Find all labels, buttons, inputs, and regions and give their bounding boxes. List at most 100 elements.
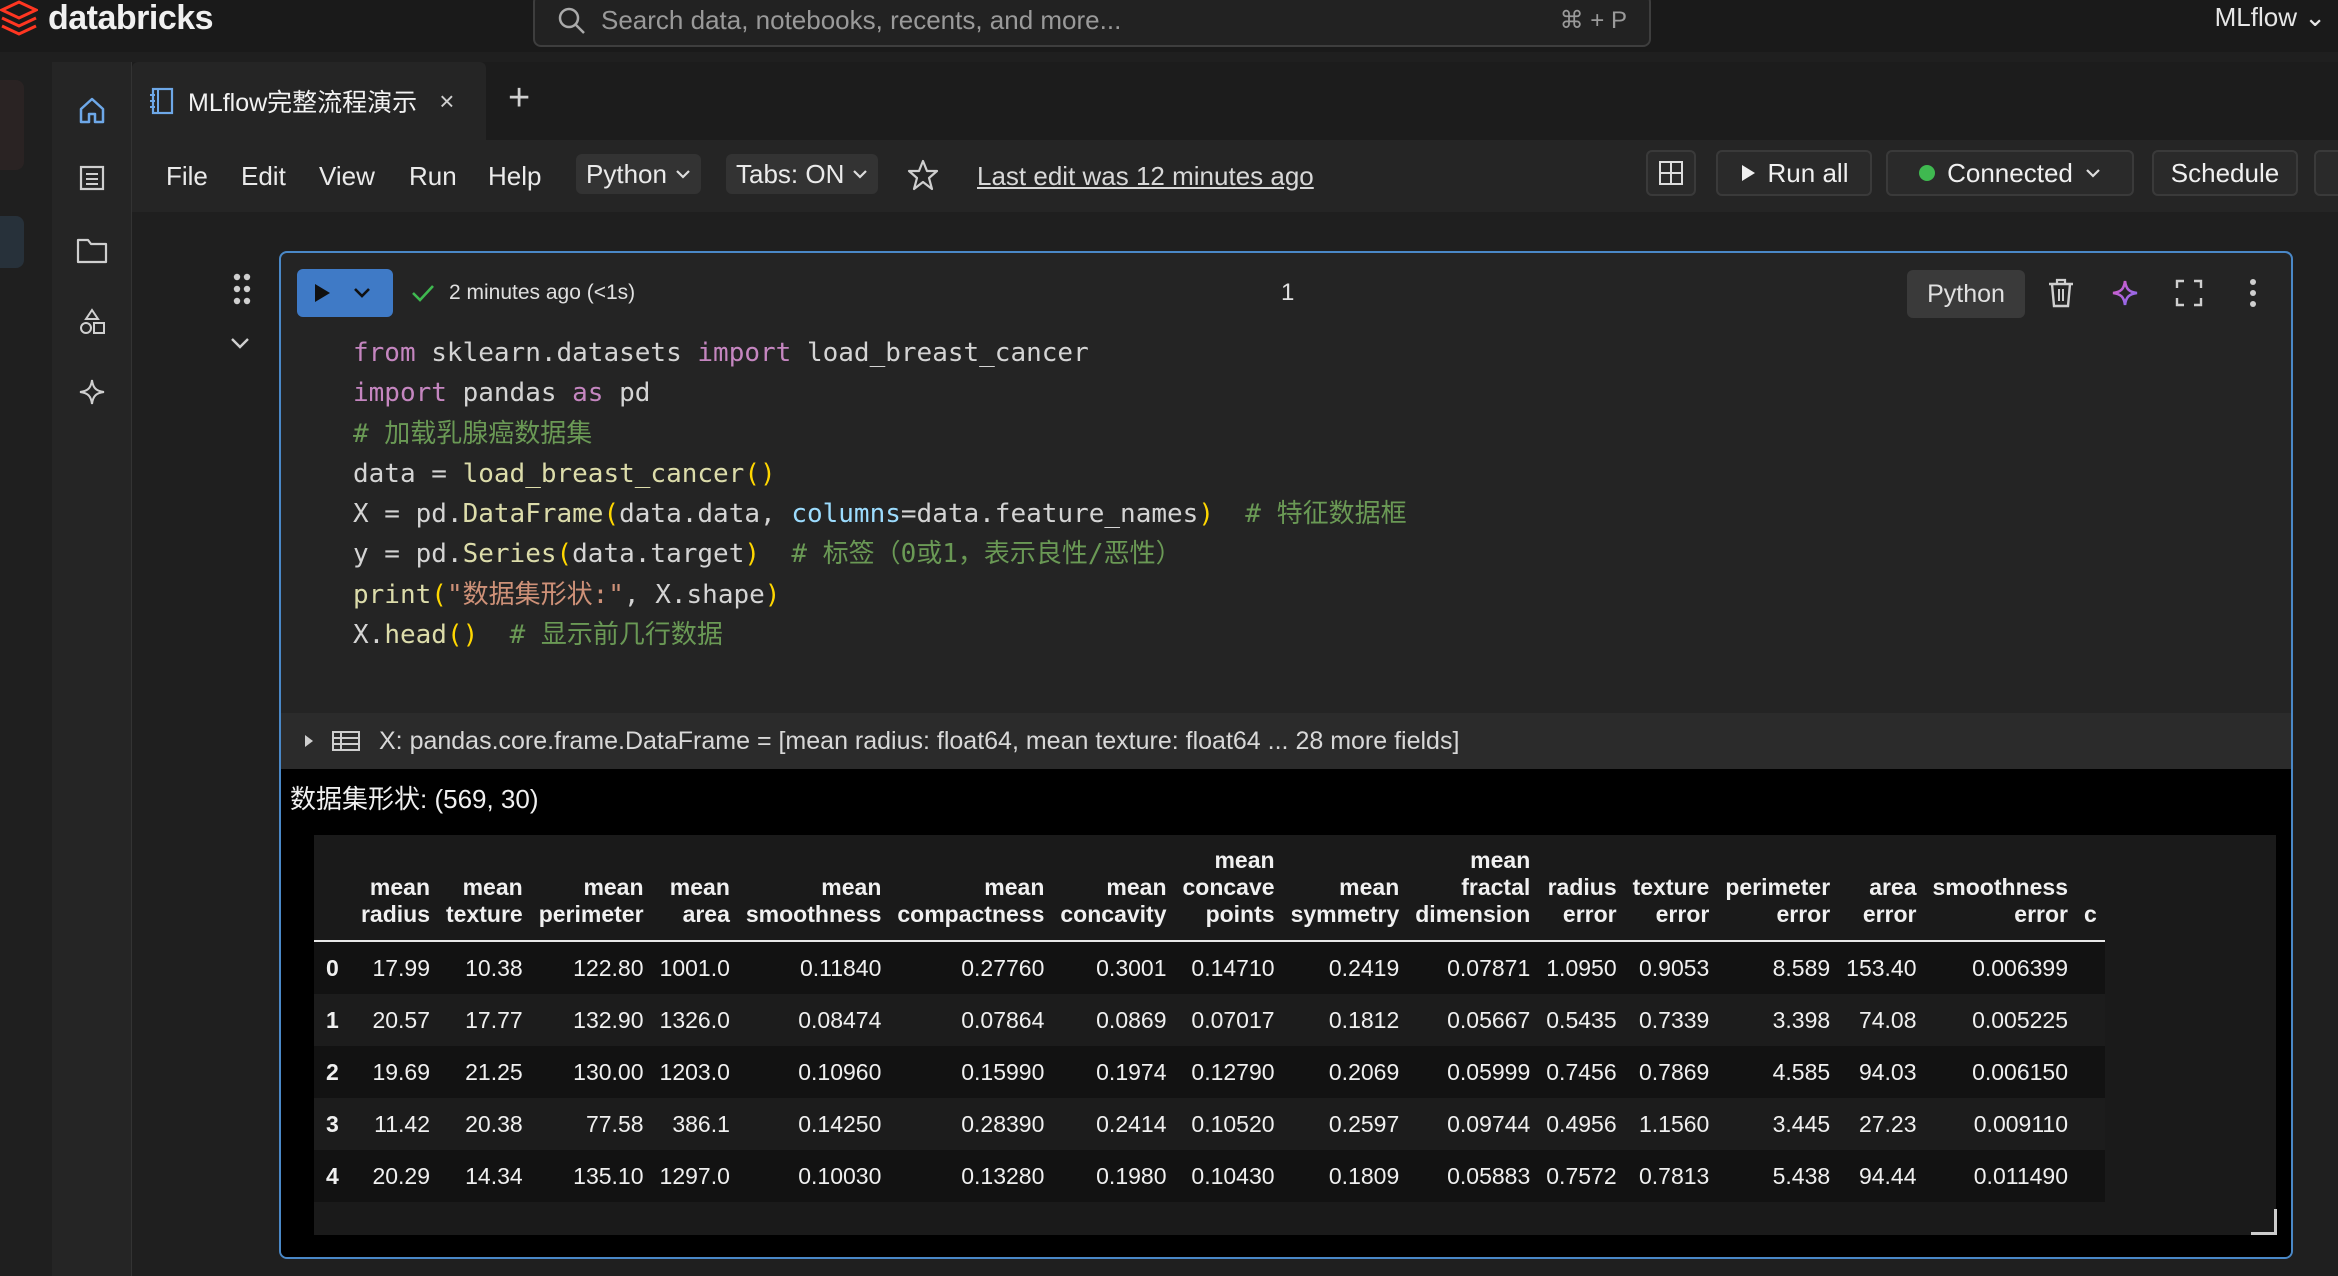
compute-selector[interactable]: Connected: [1886, 150, 2134, 196]
catalog-button[interactable]: [52, 294, 132, 350]
table-header-row: mean radius mean texture mean perimeter mean ar…: [314, 835, 2105, 941]
row-index: 0: [326, 955, 339, 981]
column-header: c: [2076, 835, 2105, 941]
cell-more-button[interactable]: [2233, 273, 2273, 313]
column-header-text: area: [682, 901, 730, 927]
code-cell[interactable]: 2 minutes ago (<1s) 1 Python from sklear…: [279, 251, 2293, 1259]
assistant-button[interactable]: [2105, 273, 2145, 313]
table-cell: 0.14710: [1191, 955, 1275, 981]
column-header-text: mean: [369, 874, 430, 900]
column-header: mean smoothness: [738, 835, 889, 941]
notebook-left-rail: [52, 62, 132, 1276]
last-edit-link[interactable]: Last edit was 12 minutes ago: [977, 140, 1314, 212]
column-header-text: texture: [1632, 874, 1710, 900]
chevron-right-icon: [305, 735, 313, 747]
code-line: # 加载乳腺癌数据集: [353, 418, 593, 449]
dataframe-table[interactable]: mean radius mean texture mean perimeter mean ar…: [314, 835, 2276, 1235]
table-row: 1 20.57 17.77 132.90 1326.0 0.08474 0.07864 0.0…: [314, 994, 2105, 1046]
table-cell: 0.07871: [1447, 955, 1531, 981]
code-line: import pandas as pd: [353, 378, 651, 409]
delete-cell-button[interactable]: [2041, 273, 2081, 313]
table-cell: 20.57: [372, 1007, 430, 1033]
share-button[interactable]: [2314, 150, 2338, 196]
assistant-button[interactable]: [52, 364, 132, 420]
column-header-text: mean: [669, 874, 730, 900]
new-tab-button[interactable]: +: [508, 78, 530, 118]
column-header-text: error: [1776, 901, 1831, 927]
table-cell: 0.07864: [961, 1007, 1045, 1033]
table-cell: 0.2597: [1328, 1111, 1400, 1137]
global-sidebar: [0, 52, 50, 1276]
play-icon: [315, 284, 330, 302]
table-cell: 0.12790: [1191, 1059, 1275, 1085]
table-cell: 0.28390: [961, 1111, 1045, 1137]
table-cell: 0.10430: [1191, 1163, 1275, 1189]
drag-handle-icon[interactable]: [232, 272, 252, 311]
column-header-text: mean: [462, 874, 523, 900]
cell-number: 1: [1281, 279, 1295, 306]
menu-file[interactable]: File: [166, 140, 208, 212]
menu-help[interactable]: Help: [488, 140, 541, 212]
table-cell: 0.4956: [1546, 1111, 1617, 1137]
table-row: 2 19.69 21.25 130.00 1203.0 0.10960 0.15990 0.1…: [314, 1046, 2105, 1098]
search-icon: [558, 7, 585, 34]
code-line: from sklearn.datasets import load_breast…: [353, 338, 1089, 368]
shapes-icon: [80, 308, 105, 334]
table-cell: 0.006150: [1972, 1059, 2068, 1085]
cell-output: 数据集形状: (569, 30) mean radius mean texture me…: [281, 769, 2291, 1257]
table-cell: 0.1812: [1328, 1007, 1400, 1033]
code-line: X.head() # 显示前几行数据: [353, 620, 723, 651]
workspace-switcher[interactable]: MLflow ⌄: [2215, 2, 2326, 33]
table-cell: 0.0869: [1096, 1007, 1167, 1033]
tabs-setting-toggle[interactable]: Tabs: ON: [726, 154, 879, 194]
table-cell: 3.398: [1772, 1007, 1831, 1033]
collapse-cell-button[interactable]: [229, 336, 251, 355]
menu-run[interactable]: Run: [409, 140, 457, 212]
menu-edit[interactable]: Edit: [241, 140, 286, 212]
schedule-button[interactable]: Schedule: [2152, 150, 2298, 196]
global-search-input[interactable]: Search data, notebooks, recents, and mor…: [533, 0, 1651, 47]
table-body: 0 17.99 10.38 122.80 1001.0 0.11840 0.27760 0.3…: [314, 941, 2105, 1202]
top-bar: databricks Search data, notebooks, recen…: [0, 0, 2338, 52]
column-header-text: fractal: [1461, 874, 1531, 900]
databricks-logo[interactable]: databricks: [0, 0, 214, 37]
cell-language-badge[interactable]: Python: [1907, 270, 2025, 318]
code-editor[interactable]: from sklearn.datasets import load_breast…: [353, 333, 1407, 655]
resize-handle-icon[interactable]: [2251, 1209, 2277, 1235]
favorite-button[interactable]: [906, 158, 940, 197]
table-cell: 0.10960: [798, 1059, 882, 1085]
table-cell: 1203.0: [659, 1059, 730, 1085]
notebook-tab[interactable]: MLflow完整流程演示 ×: [132, 62, 486, 140]
row-index: 1: [326, 1007, 339, 1033]
table-cell: 1297.0: [659, 1163, 730, 1189]
home-button[interactable]: [52, 82, 132, 138]
chevron-down-icon: [354, 288, 370, 298]
table-of-contents-button[interactable]: [52, 150, 132, 206]
table-cell: 0.14250: [798, 1111, 882, 1137]
assistant-sparkle-icon: [2112, 280, 2138, 306]
layout-button[interactable]: [1646, 150, 1696, 196]
table-cell: 0.05883: [1447, 1163, 1531, 1189]
variable-summary-bar[interactable]: X: pandas.core.frame.DataFrame = [mean r…: [281, 713, 2291, 769]
more-vertical-icon: [2250, 279, 2256, 307]
table-cell: 130.00: [573, 1059, 644, 1085]
menu-view[interactable]: View: [319, 140, 375, 212]
sidebar-item-active[interactable]: [0, 216, 24, 268]
language-selector[interactable]: Python: [576, 154, 701, 194]
fullscreen-button[interactable]: [2169, 273, 2209, 313]
close-icon[interactable]: ×: [439, 86, 454, 117]
plus-icon: +: [508, 77, 531, 119]
table-cell: 0.08474: [798, 1007, 882, 1033]
table-cell: 0.7813: [1638, 1163, 1710, 1189]
databricks-logo-icon: [0, 0, 38, 36]
notebook-icon: [150, 87, 174, 115]
code-line: data = load_breast_cancer(): [353, 458, 776, 489]
table-cell: 132.90: [573, 1007, 644, 1033]
table-cell: 0.9053: [1638, 955, 1710, 981]
column-header: texture error: [1625, 835, 1718, 941]
sidebar-item-new[interactable]: [0, 80, 24, 170]
run-cell-button[interactable]: [297, 269, 393, 317]
table-cell: 3.445: [1772, 1111, 1831, 1137]
workspace-browser-button[interactable]: [52, 222, 132, 278]
run-all-button[interactable]: Run all: [1716, 150, 1872, 196]
